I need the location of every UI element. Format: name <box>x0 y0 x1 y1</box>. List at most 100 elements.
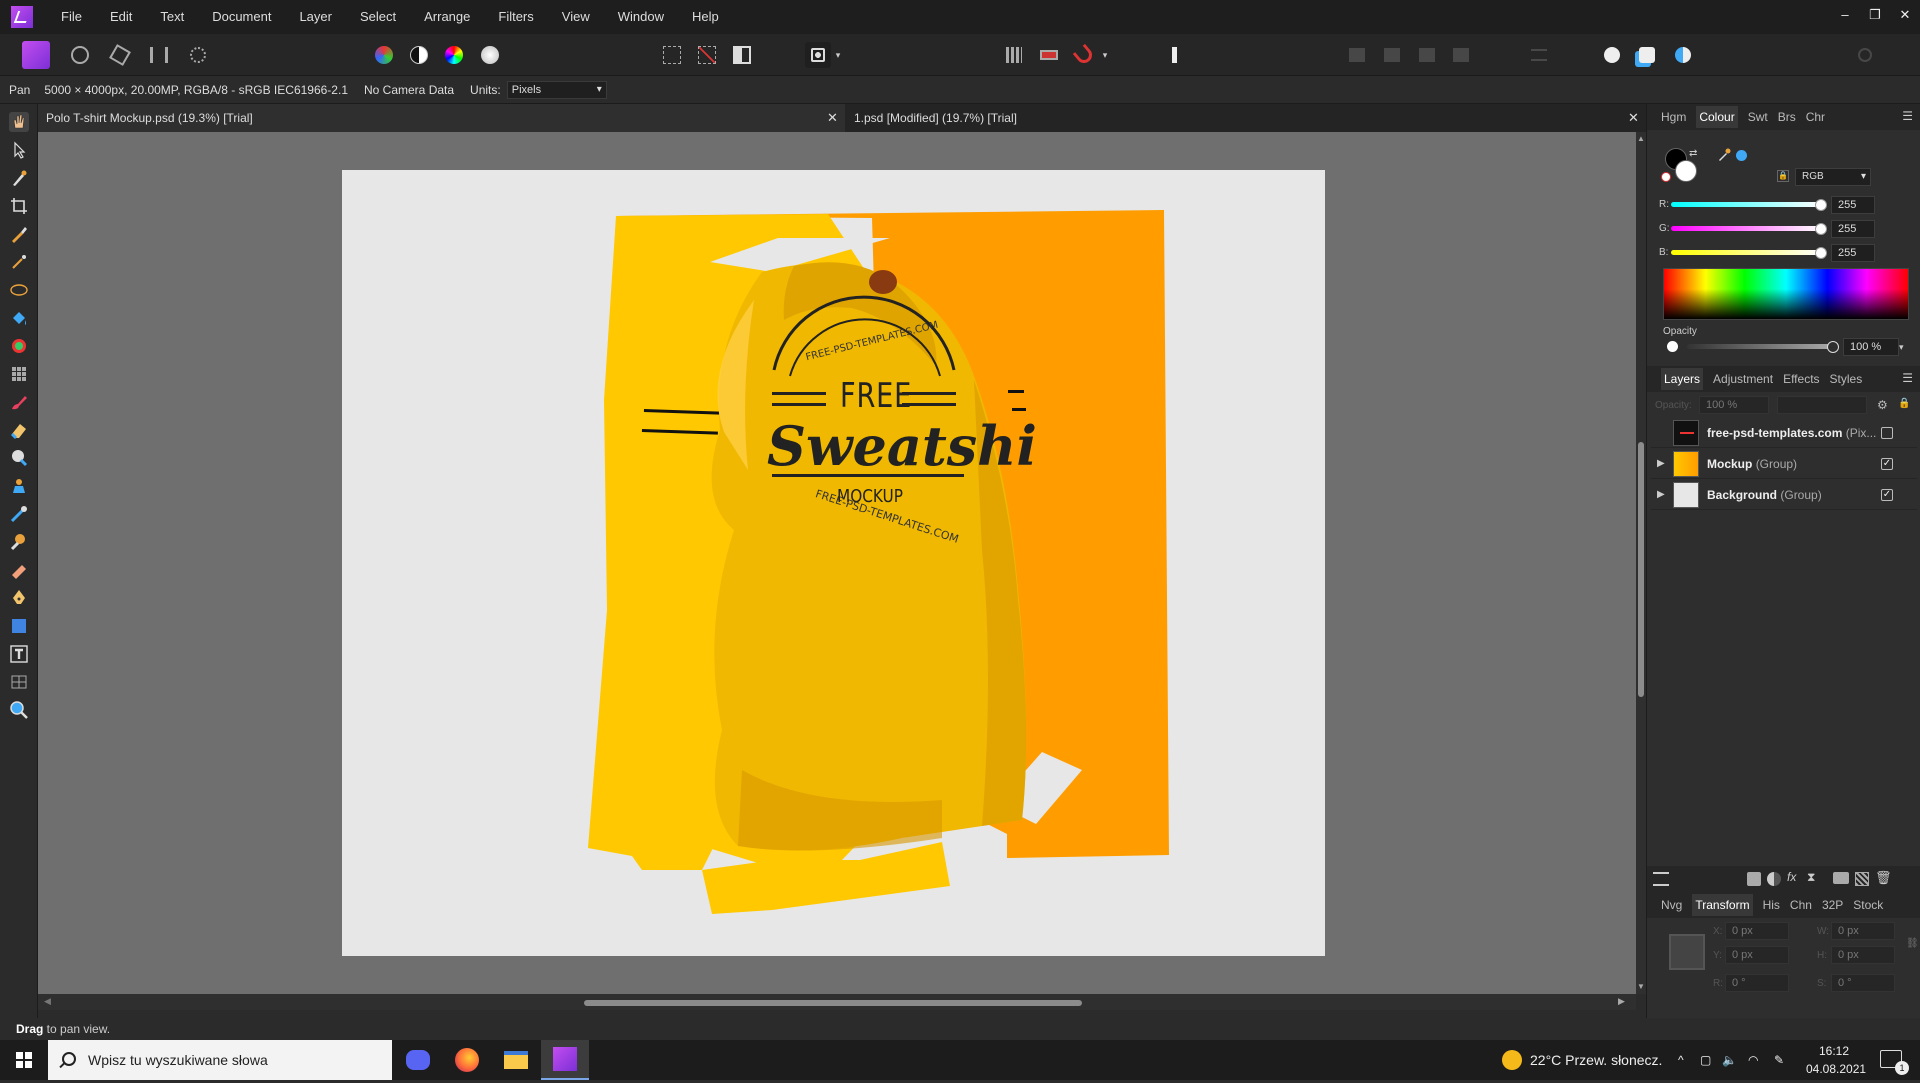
horizontal-scrollbar[interactable]: ◀ ▶ <box>38 994 1636 1010</box>
account-icon[interactable] <box>1852 42 1878 68</box>
layer-lock-icon[interactable]: 🔒 <box>1898 398 1910 409</box>
align-left-icon[interactable] <box>1344 42 1370 68</box>
menu-select[interactable]: Select <box>346 0 410 34</box>
tab-colour[interactable]: Colour <box>1696 106 1738 128</box>
blend-mode-select[interactable] <box>1777 396 1867 414</box>
adjustment-layer-icon[interactable] <box>1767 872 1781 886</box>
tab-swatches[interactable]: Swt <box>1748 110 1768 124</box>
menu-arrange[interactable]: Arrange <box>410 0 484 34</box>
pen-workspace-icon[interactable]: ✎ <box>1774 1040 1784 1080</box>
scroll-right-icon[interactable]: ▶ <box>1618 996 1625 1007</box>
discord-app-icon[interactable] <box>394 1040 442 1080</box>
develop-persona-icon[interactable] <box>107 42 133 68</box>
snapping-magnet-icon[interactable] <box>1071 42 1097 68</box>
channel-r-knob[interactable] <box>1815 199 1827 211</box>
opacity-dropdown-icon[interactable]: ▾ <box>1899 338 1904 356</box>
layer-opacity-field[interactable]: 100 % <box>1699 396 1769 414</box>
paint-brush-tool-icon[interactable] <box>9 392 29 412</box>
tab-stock[interactable]: Stock <box>1853 898 1883 912</box>
quick-mask-dropdown-icon[interactable]: ▾ <box>832 42 844 68</box>
anchor-point-selector-icon[interactable] <box>1669 934 1705 970</box>
menu-layer[interactable]: Layer <box>285 0 346 34</box>
units-select[interactable]: Pixels <box>506 80 607 99</box>
layer-visibility-checkbox[interactable] <box>1881 426 1893 439</box>
channel-b-slider[interactable] <box>1671 250 1821 255</box>
artistic-text-tool-icon[interactable] <box>9 644 29 664</box>
quick-mask-icon[interactable] <box>805 42 831 68</box>
channel-g-slider[interactable] <box>1671 226 1821 231</box>
auto-colors-icon[interactable] <box>441 42 467 68</box>
layer-visibility-checkbox[interactable]: ✓ <box>1881 488 1893 501</box>
tone-mapping-persona-icon[interactable] <box>146 42 172 68</box>
tab-character[interactable]: Chr <box>1806 110 1825 124</box>
layer-visibility-checkbox[interactable]: ✓ <box>1881 457 1893 470</box>
liquify-persona-icon[interactable] <box>67 42 93 68</box>
marquee-tool-icon[interactable] <box>9 280 29 300</box>
red-eye-tool-icon[interactable] <box>9 560 29 580</box>
menu-edit[interactable]: Edit <box>96 0 146 34</box>
assistant-icon[interactable] <box>1599 42 1625 68</box>
menu-help[interactable]: Help <box>678 0 733 34</box>
erase-brush-tool-icon[interactable] <box>9 420 29 440</box>
rotation-field[interactable]: 0 ° <box>1725 974 1789 992</box>
layer-row[interactable]: ▶ Background (Group) ✓ <box>1651 480 1917 510</box>
move-tool-icon[interactable] <box>9 140 29 160</box>
tab-transform[interactable]: Transform <box>1692 894 1753 916</box>
arrange-icon[interactable] <box>1634 42 1660 68</box>
no-colour-icon[interactable] <box>1661 172 1671 182</box>
shear-field[interactable]: 0 ° <box>1831 974 1895 992</box>
menu-window[interactable]: Window <box>604 0 678 34</box>
scroll-up-icon[interactable]: ▲ <box>1637 134 1645 143</box>
invert-selection-icon[interactable] <box>729 42 755 68</box>
taskbar-search-box[interactable]: Wpisz tu wyszukiwane słowa <box>48 1040 392 1080</box>
link-dimensions-icon[interactable]: ⛓ <box>1906 938 1919 949</box>
tab-32-bit-preview[interactable]: 32P <box>1822 898 1843 912</box>
volume-icon[interactable]: 🔈 <box>1722 1040 1737 1080</box>
tab-1-psd[interactable]: 1.psd [Modified] (19.7%) [Trial] <box>846 104 1646 132</box>
tab-styles[interactable]: Styles <box>1830 372 1863 386</box>
zoom-tool-icon[interactable] <box>9 700 29 720</box>
scroll-left-icon[interactable]: ◀ <box>44 996 51 1007</box>
channel-b-knob[interactable] <box>1815 247 1827 259</box>
tab-brushes[interactable]: Brs <box>1778 110 1796 124</box>
weather-sun-icon[interactable] <box>1502 1050 1522 1070</box>
pixel-tool-icon[interactable] <box>9 364 29 384</box>
snapping-grid-icon[interactable] <box>1001 42 1027 68</box>
select-all-icon[interactable] <box>659 42 685 68</box>
eyedropper-icon[interactable] <box>1717 148 1731 162</box>
close-tab-icon[interactable]: ✕ <box>827 104 838 132</box>
minimize-button[interactable]: – <box>1830 0 1860 34</box>
layer-settings-gear-icon[interactable]: ⚙ <box>1877 398 1888 412</box>
crop-tool-icon[interactable] <box>9 196 29 216</box>
deselect-icon[interactable] <box>694 42 720 68</box>
live-filter-icon[interactable]: ⧗ <box>1807 870 1815 885</box>
align-right-icon[interactable] <box>1414 42 1440 68</box>
channel-b-value[interactable]: 255 <box>1831 244 1875 262</box>
colour-spectrum[interactable] <box>1663 268 1909 320</box>
panel-menu-icon[interactable]: ☰ <box>1902 371 1913 385</box>
new-pixel-layer-icon[interactable] <box>1855 872 1869 886</box>
text-cursor-icon[interactable] <box>1161 42 1187 68</box>
selection-brush-tool-icon[interactable] <box>9 224 29 244</box>
x-field[interactable]: 0 px <box>1725 922 1789 940</box>
vertical-scrollbar-thumb[interactable] <box>1638 442 1644 697</box>
restore-button[interactable]: ❐ <box>1860 0 1890 34</box>
colour-picker-icon[interactable] <box>1670 42 1696 68</box>
firefox-app-icon[interactable] <box>443 1040 491 1080</box>
delete-layer-icon[interactable]: 🗑 <box>1875 870 1892 886</box>
canvas-area[interactable]: FREE Sweatshi MOCKUP FREE-PSD-TEMPLATES.… <box>38 132 1636 994</box>
color-picker-tool-icon[interactable] <box>9 168 29 188</box>
tab-effects[interactable]: Effects <box>1783 372 1819 386</box>
auto-contrast-icon[interactable] <box>406 42 432 68</box>
export-persona-icon[interactable] <box>185 42 211 68</box>
photo-persona-icon[interactable] <box>22 41 50 69</box>
notification-center-icon[interactable]: 1 <box>1880 1050 1909 1075</box>
tab-navigator[interactable]: Nvg <box>1661 898 1682 912</box>
flood-fill-tool-icon[interactable] <box>9 308 29 328</box>
menu-file[interactable]: File <box>47 0 96 34</box>
panel-menu-icon[interactable]: ☰ <box>1902 109 1913 123</box>
tab-polo-tshirt-mockup[interactable]: Polo T-shirt Mockup.psd (19.3%) [Trial] <box>38 104 845 132</box>
network-icon[interactable]: ◠ <box>1748 1040 1758 1080</box>
horizontal-scrollbar-thumb[interactable] <box>584 1000 1082 1006</box>
align-center-icon[interactable] <box>1379 42 1405 68</box>
